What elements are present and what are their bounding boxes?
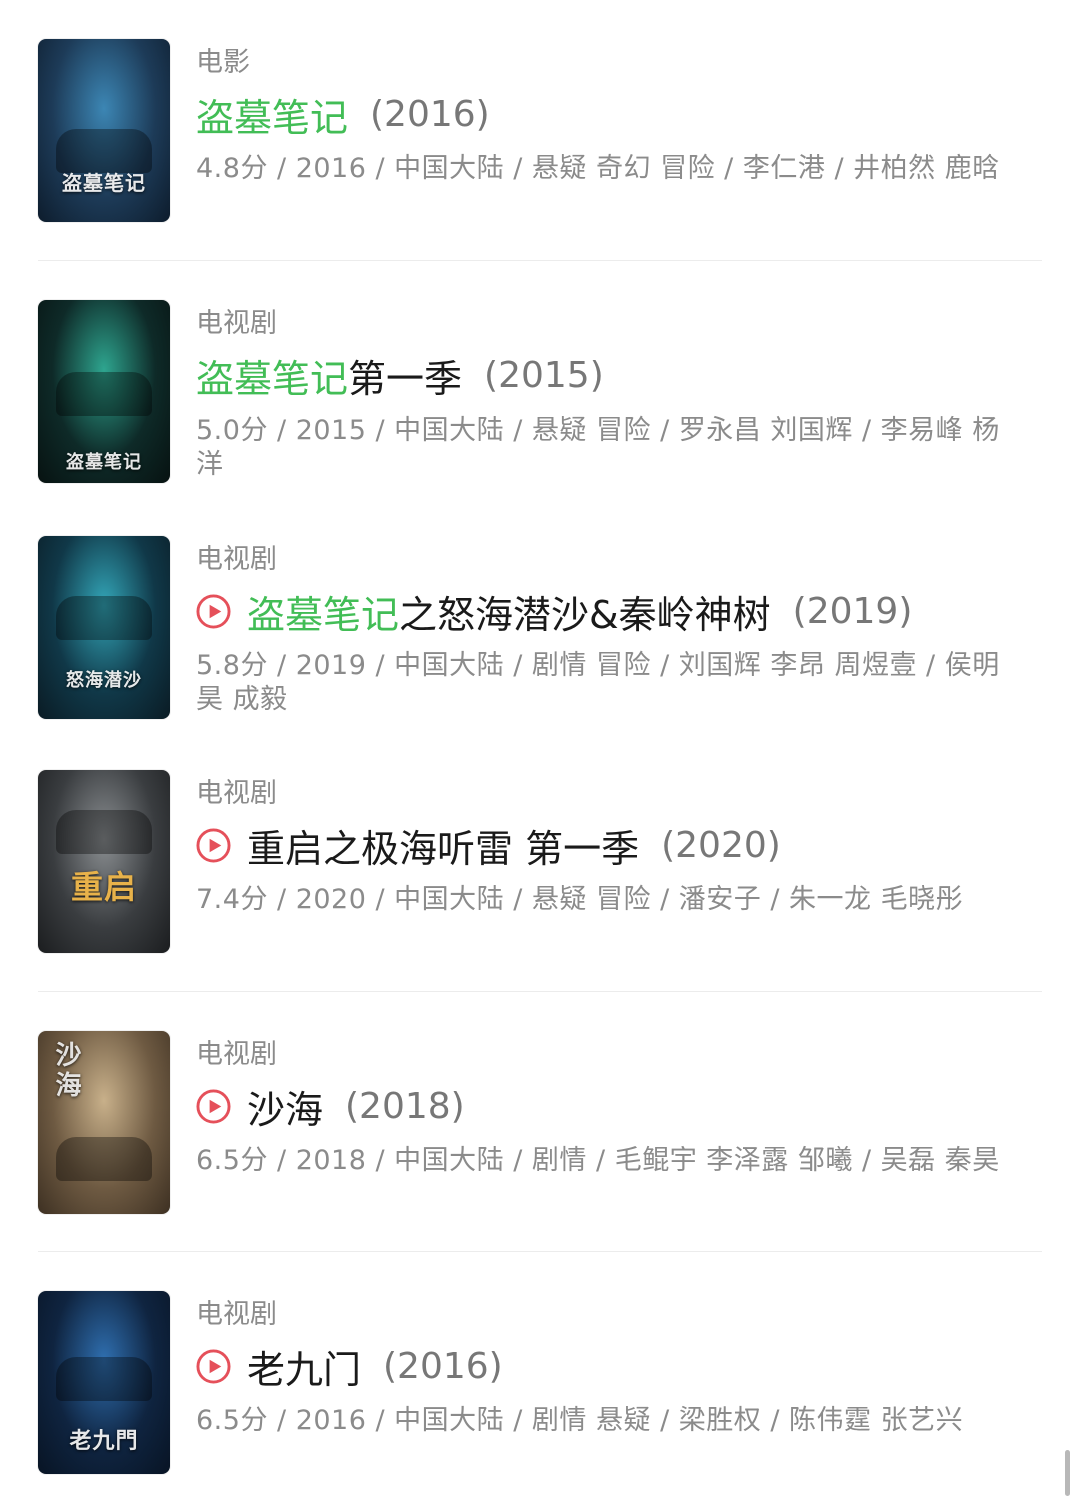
poster-image[interactable]: 盗墓笔记 (38, 300, 170, 483)
divider (38, 991, 1042, 992)
poster-title-art: 怒海潜沙 (66, 670, 142, 691)
poster-title-art: 老九門 (69, 1428, 139, 1454)
poster-image[interactable]: 盗墓笔记 (38, 39, 170, 222)
result-title[interactable]: 盗墓笔记 (2016) (196, 89, 490, 140)
play-icon[interactable] (196, 1088, 231, 1124)
title-year: (2018) (345, 1085, 465, 1127)
title-rest: 之怒海潜沙&秦岭神树 (399, 592, 771, 637)
poster-title-art: 盗墓笔记 (62, 171, 146, 195)
poster-image[interactable]: 重启 (38, 770, 170, 953)
result-title[interactable]: 沙海 (2018) (196, 1081, 465, 1132)
result-meta: 5.0分 / 2015 / 中国大陆 / 悬疑 冒险 / 罗永昌 刘国辉 / 李… (196, 415, 1000, 480)
poster-title-art: 重启 (70, 868, 137, 906)
category-label: 电视剧 (196, 1039, 277, 1070)
play-icon[interactable] (196, 593, 231, 629)
result-meta: 5.8分 / 2019 / 中国大陆 / 剧情 冒险 / 刘国辉 李昂 周煜壹 … (196, 650, 1000, 715)
divider (38, 260, 1042, 261)
poster-title-art: 沙海 (55, 1041, 83, 1101)
poster-figures (56, 1357, 152, 1401)
play-icon[interactable] (196, 827, 231, 863)
category-label: 电视剧 (196, 778, 277, 809)
title-year: (2016) (370, 93, 490, 135)
poster-image[interactable]: 老九門 (38, 1291, 170, 1474)
title-rest: 沙海 (247, 1087, 324, 1132)
title-highlight: 盗墓笔记 (247, 592, 400, 637)
title-rest: 老九门 (247, 1347, 362, 1392)
poster-figures (56, 1137, 152, 1181)
poster-title-art: 盗墓笔记 (66, 452, 142, 473)
category-label: 电视剧 (196, 308, 277, 339)
title-rest: 重启之极海听雷 第一季 (247, 826, 640, 871)
category-label: 电影 (196, 47, 250, 78)
result-meta: 6.5分 / 2016 / 中国大陆 / 剧情 悬疑 / 梁胜权 / 陈伟霆 张… (196, 1405, 964, 1436)
category-label: 电视剧 (196, 1299, 277, 1330)
play-icon[interactable] (196, 1348, 231, 1384)
result-title[interactable]: 老九门 (2016) (196, 1341, 503, 1392)
title-rest: 第一季 (348, 356, 463, 401)
poster-figures (56, 596, 152, 640)
title-year: (2020) (661, 824, 781, 866)
poster-figures (56, 372, 152, 416)
title-year: (2019) (792, 590, 913, 632)
result-meta: 6.5分 / 2018 / 中国大陆 / 剧情 / 毛鲲宇 李泽露 邹曦 / 吴… (196, 1145, 1000, 1176)
result-meta: 4.8分 / 2016 / 中国大陆 / 悬疑 奇幻 冒险 / 李仁港 / 井柏… (196, 153, 1000, 184)
divider (38, 1251, 1042, 1252)
title-year: (2016) (383, 1345, 503, 1387)
title-highlight: 盗墓笔记 (196, 95, 349, 140)
poster-image[interactable]: 沙海 (38, 1031, 170, 1214)
result-title[interactable]: 盗墓笔记 之怒海潜沙&秦岭神树 (2019) (196, 586, 913, 637)
title-year: (2015) (484, 354, 604, 396)
category-label: 电视剧 (196, 544, 277, 575)
result-title[interactable]: 重启之极海听雷 第一季 (2020) (196, 820, 781, 871)
result-title[interactable]: 盗墓笔记 第一季 (2015) (196, 350, 604, 401)
scrollbar[interactable] (1065, 1450, 1070, 1496)
poster-figures (56, 810, 152, 854)
poster-image[interactable]: 怒海潜沙 (38, 536, 170, 719)
title-highlight: 盗墓笔记 (196, 356, 349, 401)
result-meta: 7.4分 / 2020 / 中国大陆 / 悬疑 冒险 / 潘安子 / 朱一龙 毛… (196, 884, 964, 915)
